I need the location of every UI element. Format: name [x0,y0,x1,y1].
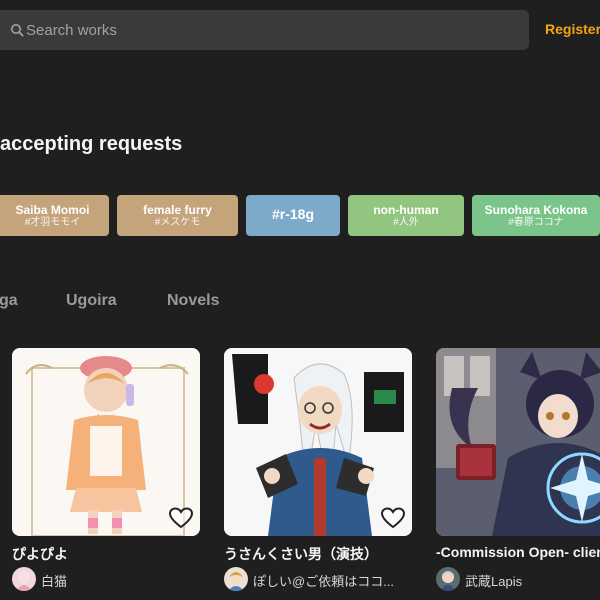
illustration-image [436,348,600,536]
work-title[interactable]: ぴよぴよ [12,544,68,564]
tab-novels[interactable]: Novels [167,292,219,310]
avatar [224,567,248,591]
author-name: 白猫 [41,574,68,589]
tag-female-furry[interactable]: female furry #メスケモ [117,195,238,236]
search-icon [11,24,24,37]
tag-sub: #春原ココナ [508,217,564,228]
tag-sub: #メスケモ [154,217,201,228]
heart-icon[interactable] [168,506,194,530]
section-title: accepting requests [0,133,183,155]
heart-icon[interactable] [380,506,406,530]
tag-name: Sunohara Kokona [484,203,588,217]
work-thumbnail[interactable] [436,348,600,536]
tag-sunohara-kokona[interactable]: Sunohara Kokona #春原ココナ [472,195,600,236]
author-name: ぽしい@ご依頼はココ... [253,574,395,589]
top-bar: Register [0,0,600,62]
work-card[interactable]: ぴよぴよ 白猫 [12,348,200,591]
work-title[interactable]: -Commission Open- clien [436,544,600,560]
tag-r-18g[interactable]: #r-18g [246,195,340,236]
tag-saiba-momoi[interactable]: Saiba Momoi #才羽モモイ [0,195,109,236]
tag-name: non-human [373,203,439,217]
tab-manga[interactable]: ga [0,292,18,310]
tab-ugoira[interactable]: Ugoira [66,292,117,310]
avatar [12,567,36,591]
work-thumbnail[interactable] [224,348,412,536]
author-name: 武蔵Lapis [465,574,523,589]
work-card[interactable]: -Commission Open- clien 武蔵Lapis [436,348,600,591]
tag-name: #r-18g [271,206,315,222]
register-link[interactable]: Register [545,21,600,37]
search-box[interactable] [0,10,529,50]
work-card[interactable]: うさんくさい男（演技） ぽしい@ご依頼はココ... [224,348,412,591]
work-title[interactable]: うさんくさい男（演技） [224,544,378,564]
tag-name: Saiba Momoi [15,203,90,217]
tag-sub: #才羽モモイ [24,217,81,228]
work-thumbnail[interactable] [12,348,200,536]
tag-name: female furry [143,203,212,217]
tag-sub: #人外 [393,217,419,228]
search-input[interactable] [26,10,506,50]
avatar [436,567,460,591]
tag-non-human[interactable]: non-human #人外 [348,195,464,236]
